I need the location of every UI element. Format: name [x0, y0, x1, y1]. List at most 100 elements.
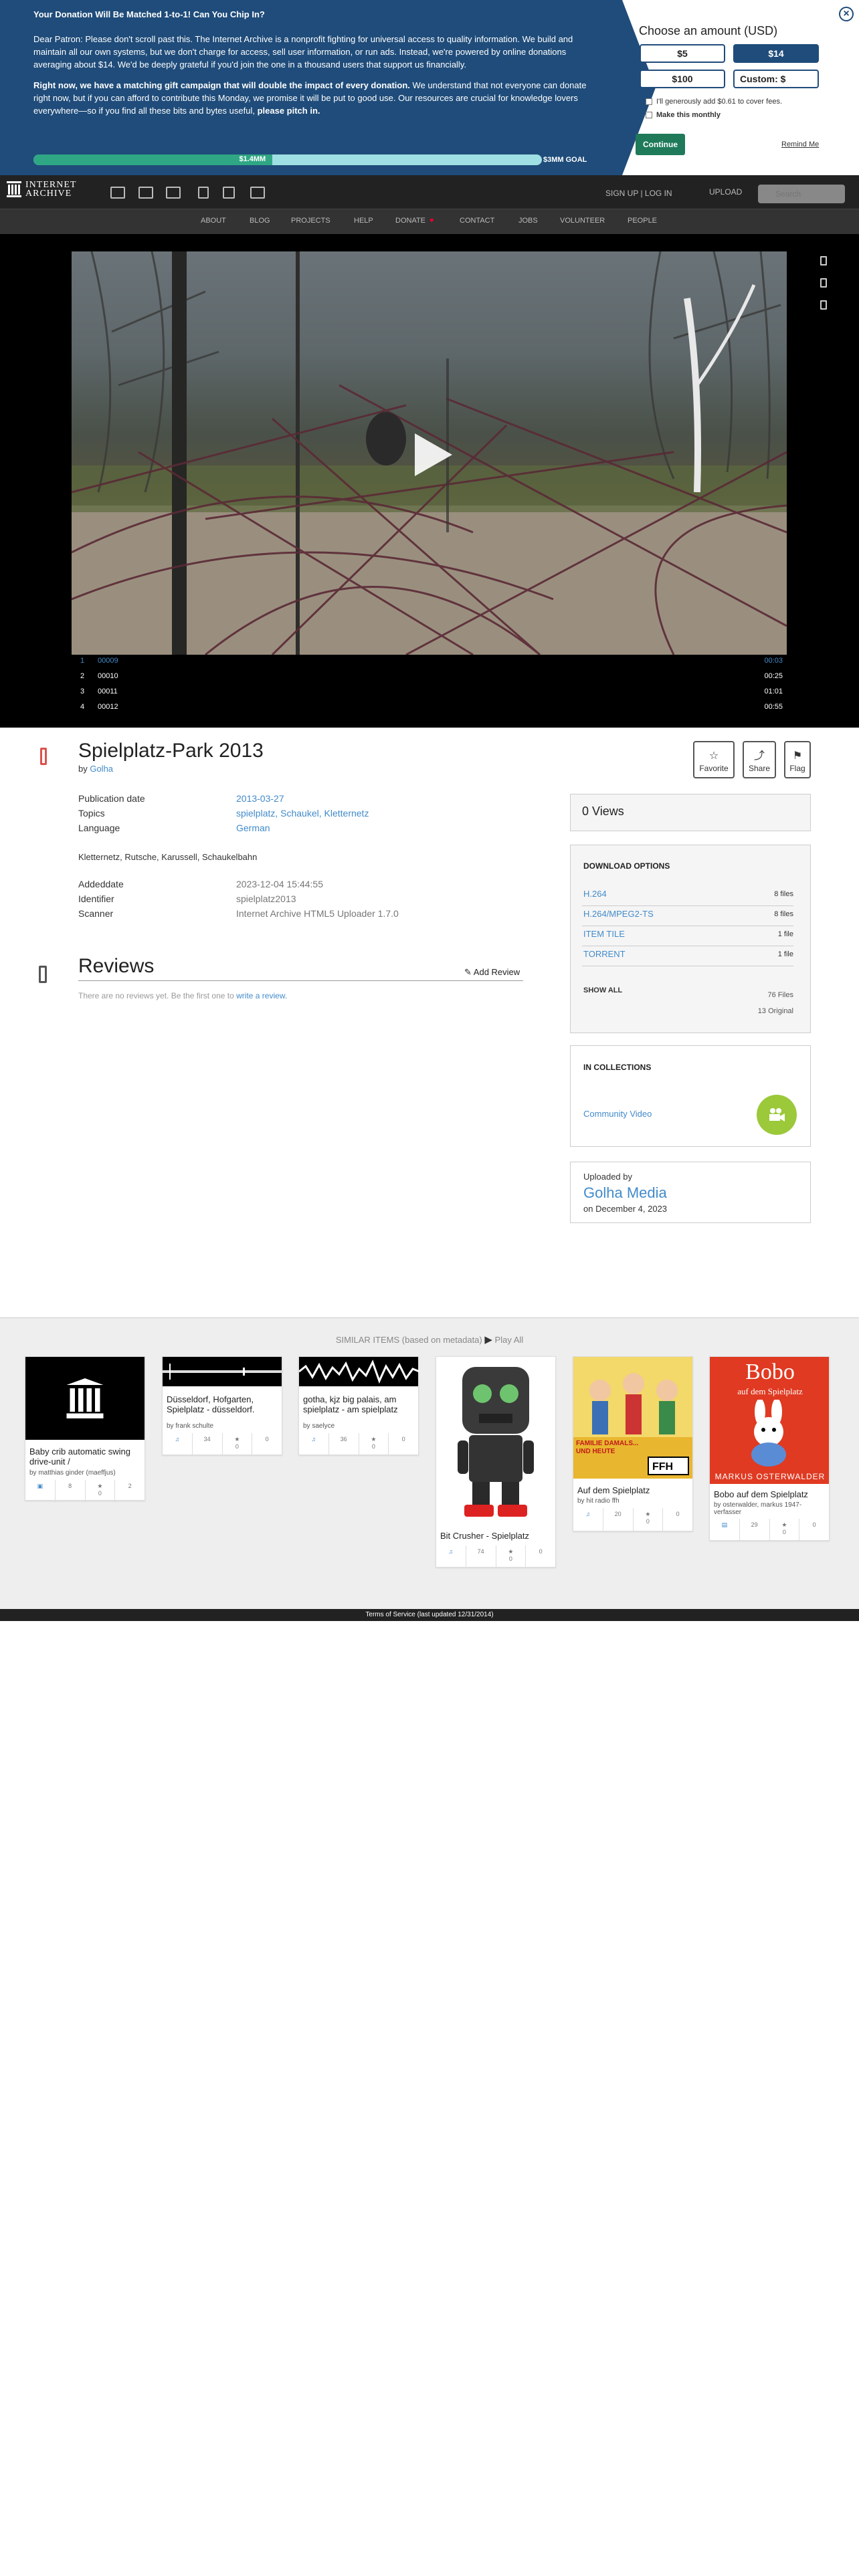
software-icon[interactable] — [223, 187, 235, 199]
publication-date-link[interactable]: 2013-03-27 — [236, 793, 284, 804]
web-icon[interactable] — [110, 187, 125, 199]
playlist-item[interactable]: 3 00011 01:01 — [80, 687, 783, 701]
metadata-key: Topics — [78, 808, 105, 819]
item-title: Baby crib automatic swing drive-unit / — [29, 1446, 131, 1467]
favorites-stat: ★ 0 — [84, 1480, 115, 1503]
checkbox-box[interactable] — [646, 112, 652, 118]
favorite-button[interactable]: ☆ Favorite — [693, 741, 735, 778]
internet-archive-logo[interactable]: INTERNET ARCHIVE — [7, 181, 76, 199]
flag-label: Flag — [789, 764, 805, 773]
texts-icon: ▤ — [721, 1521, 728, 1528]
collection-icon[interactable] — [757, 1095, 797, 1135]
download-row[interactable]: H.264/MPEG2-TS 8 files — [582, 906, 793, 926]
similar-item-card[interactable]: Bit Crusher - Spielplatz ♫ 74 ★ 0 0 — [436, 1356, 556, 1568]
collection-link[interactable]: Community Video — [583, 1109, 652, 1119]
flag-button[interactable]: ⚑ Flag — [784, 741, 811, 778]
nav-projects[interactable]: PROJECTS — [291, 217, 330, 225]
download-format[interactable]: ITEM TILE — [583, 929, 625, 939]
uploader-link[interactable]: Golha Media — [583, 1184, 667, 1202]
playlist-item[interactable]: 1 00009 00:03 — [80, 657, 783, 670]
checkbox-box[interactable] — [646, 98, 652, 105]
nav-contact[interactable]: CONTACT — [460, 217, 494, 225]
amount-5-button[interactable]: $5 — [640, 44, 725, 63]
amount-100-button[interactable]: $100 — [640, 70, 725, 88]
amount-14-button[interactable]: $14 — [733, 44, 819, 63]
video-type-icon — [40, 748, 47, 765]
bunny-illustration — [751, 1400, 786, 1467]
show-all-link[interactable]: SHOW ALL — [583, 986, 622, 994]
by-label: by — [78, 764, 90, 774]
track-number: 3 — [80, 687, 85, 695]
track-duration: 00:03 — [764, 657, 783, 665]
similar-item-card[interactable]: Baby crib automatic swing drive-unit / b… — [25, 1356, 145, 1503]
download-format[interactable]: TORRENT — [583, 949, 626, 959]
close-banner-button[interactable]: × — [839, 7, 854, 21]
views-count: 0 Views — [582, 804, 624, 818]
logo-line-2: ARCHIVE — [25, 189, 72, 199]
nav-volunteer[interactable]: VOLUNTEER — [560, 217, 605, 225]
images-icon[interactable] — [250, 187, 265, 199]
topics-links[interactable]: spielplatz, Schaukel, Kletternetz — [236, 808, 369, 819]
nav-donate[interactable]: DONATE — [395, 217, 425, 225]
metadata-value: Internet Archive HTML5 Uploader 1.7.0 — [236, 908, 399, 919]
nav-people[interactable]: PEOPLE — [628, 217, 657, 225]
write-review-link[interactable]: write a review. — [236, 991, 287, 1000]
favorites-count: 0 — [508, 1555, 512, 1562]
embed-icon[interactable] — [820, 256, 827, 265]
nav-help[interactable]: HELP — [354, 217, 373, 225]
audio-icon: ♫ — [311, 1436, 316, 1442]
share-button[interactable]: ⤴ Share — [743, 741, 776, 778]
reviews-stat: 2 — [114, 1480, 145, 1503]
upload-link[interactable]: UPLOAD — [709, 187, 742, 197]
banner-title: Your Donation Will Be Matched 1-to-1! Ca… — [33, 9, 265, 19]
item-title: Spielplatz-Park 2013 — [78, 740, 264, 762]
nav-jobs[interactable]: JOBS — [518, 217, 538, 225]
item-stats: ♫ 34 ★ 0 0 — [163, 1433, 282, 1456]
creator-link[interactable]: Golha — [90, 764, 113, 774]
playlist-item[interactable]: 4 00012 00:55 — [80, 703, 783, 716]
files-original: 13 Original — [757, 1007, 793, 1015]
similar-item-card[interactable]: gotha, kjz big palais, am spielplatz - a… — [298, 1356, 420, 1456]
nav-blog[interactable]: BLOG — [250, 217, 270, 225]
similar-item-card[interactable]: FFH FAMILIE DAMALS... UND HEUTE Auf dem … — [573, 1356, 693, 1531]
similar-item-card[interactable]: Bobo auf dem Spielplatz MARKUS OSTERWALD… — [709, 1356, 830, 1541]
reviews-title: Reviews — [78, 955, 155, 977]
waveform-graphic — [298, 1360, 420, 1384]
search-input[interactable] — [758, 185, 845, 203]
texts-icon[interactable] — [138, 187, 153, 199]
cover-fees-checkbox[interactable]: I'll generously add $0.61 to cover fees. — [646, 98, 782, 106]
download-row[interactable]: TORRENT 1 file — [582, 946, 793, 966]
pencil-icon: ✎ — [464, 967, 474, 977]
cover-text: FAMILIE DAMALS... UND HEUTE — [576, 1440, 639, 1455]
download-format[interactable]: H.264/MPEG2-TS — [583, 909, 654, 919]
cover-author: MARKUS OSTERWALDER — [714, 1472, 826, 1481]
metadata-value: spielplatz2013 — [236, 893, 296, 904]
reviews-stat: 0 — [662, 1508, 692, 1531]
add-review-button[interactable]: ✎ Add Review — [464, 967, 520, 978]
play-all-button[interactable]: ▶ Play All — [484, 1334, 523, 1346]
download-format[interactable]: H.264 — [583, 889, 607, 899]
nav-about[interactable]: ABOUT — [201, 217, 226, 225]
monthly-label: Make this monthly — [656, 111, 721, 119]
video-icon[interactable] — [166, 187, 181, 199]
item-title: Düsseldorf, Hofgarten, Spielplatz - düss… — [167, 1394, 255, 1414]
custom-amount-input[interactable]: Custom: $ — [733, 70, 819, 88]
fullscreen-icon[interactable] — [820, 300, 827, 310]
logo-text: INTERNET ARCHIVE — [25, 181, 76, 199]
theater-icon[interactable] — [820, 278, 827, 288]
audio-icon[interactable] — [198, 187, 209, 199]
playlist-item[interactable]: 2 00010 00:25 — [80, 672, 783, 685]
download-row[interactable]: H.264 8 files — [582, 886, 793, 906]
monthly-checkbox[interactable]: Make this monthly — [646, 111, 721, 119]
download-row[interactable]: ITEM TILE 1 file — [582, 926, 793, 946]
track-duration: 01:01 — [764, 687, 783, 695]
play-button[interactable] — [415, 433, 452, 476]
remind-me-link[interactable]: Remind Me — [781, 140, 819, 148]
language-link[interactable]: German — [236, 823, 270, 833]
signup-login-link[interactable]: SIGN UP | LOG IN — [605, 189, 672, 198]
play-icon: ▶ — [484, 1334, 492, 1346]
continue-button[interactable]: Continue — [636, 134, 685, 155]
item-title: Auf dem Spielplatz — [577, 1485, 650, 1495]
footer-terms[interactable]: Terms of Service (last updated 12/31/201… — [0, 1609, 859, 1621]
similar-item-card[interactable]: Düsseldorf, Hofgarten, Spielplatz - düss… — [162, 1356, 283, 1456]
